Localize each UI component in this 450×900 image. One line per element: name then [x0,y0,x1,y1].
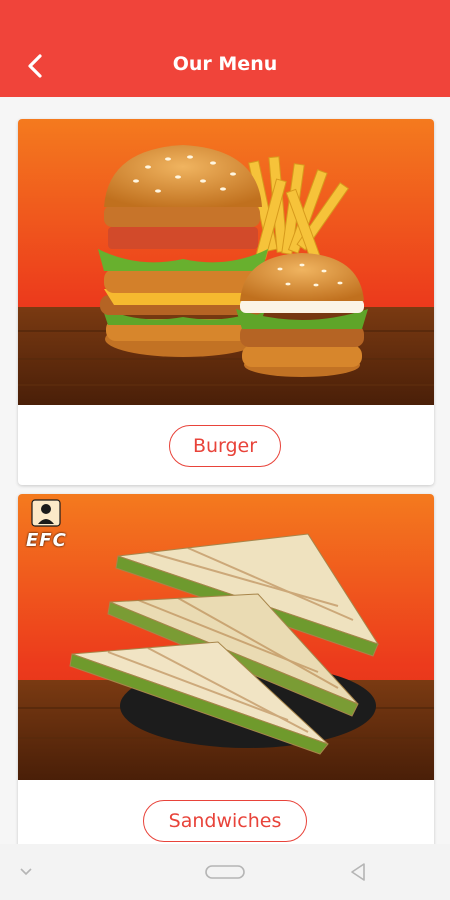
burger-combo-image [18,119,434,405]
nav-hide-button[interactable] [16,858,36,886]
nav-back-button[interactable] [346,858,370,886]
category-button-burger[interactable]: Burger [169,425,281,467]
chevron-down-icon [20,868,32,876]
nav-home-button[interactable] [204,858,246,886]
category-card-burger[interactable]: Burger [18,119,434,485]
efc-logo [31,499,61,527]
back-triangle-icon [351,863,365,881]
app-bar: Our Menu [0,0,450,97]
page-title: Our Menu [172,53,278,75]
category-button-sandwiches[interactable]: Sandwiches [143,800,307,842]
logo-text: EFC [26,530,67,551]
system-nav-bar [0,844,450,900]
home-pill-icon [205,865,245,879]
category-card-sandwiches[interactable]: EFC Sandwiches [18,494,434,844]
menu-list[interactable]: Burger EFC Sandwiches [0,97,450,844]
grilled-sandwich-image: EFC [18,494,434,780]
